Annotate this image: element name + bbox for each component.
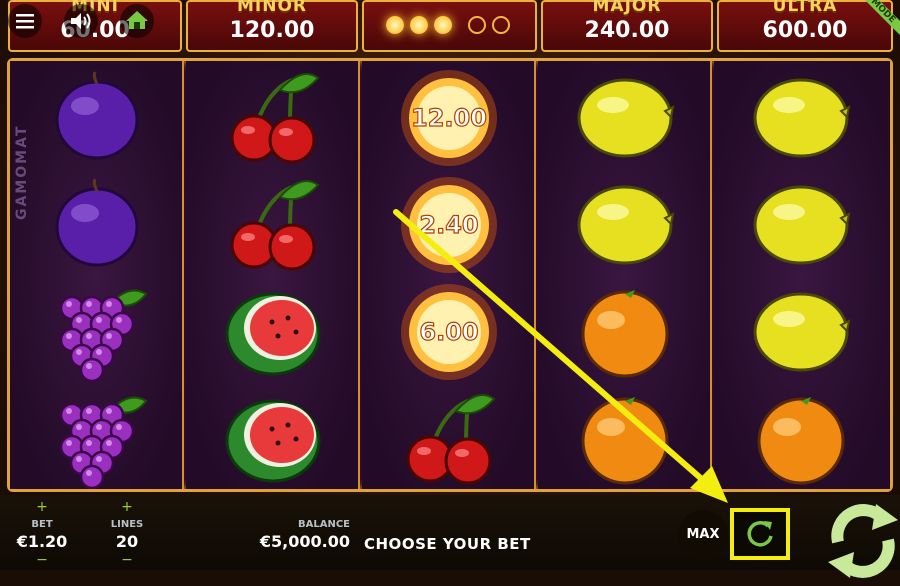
bet-minus-button[interactable]: − (32, 552, 52, 568)
cherry-symbol (362, 385, 536, 492)
coin-lit (434, 16, 452, 34)
jackpot-minor-value: 120.00 (229, 18, 315, 43)
watermelon-symbol (186, 278, 360, 385)
sound-icon[interactable] (64, 4, 98, 38)
cherry-symbol (186, 64, 360, 171)
status-message: CHOOSE YOUR BET (364, 535, 531, 553)
svg-text:2.40: 2.40 (419, 211, 478, 239)
orange-symbol (538, 385, 712, 492)
jackpot-major-name: MAJOR (592, 0, 662, 16)
lemon-symbol (538, 171, 712, 278)
plum-symbol (10, 171, 184, 278)
jackpot-minor: MINOR 120.00 (186, 0, 358, 52)
max-bet-button[interactable]: MAX (678, 510, 728, 560)
spin-icon (828, 504, 898, 578)
svg-text:6.00: 6.00 (419, 318, 478, 346)
coin-empty (492, 16, 510, 34)
fireball-symbol: 2.40 (362, 171, 536, 278)
orange-symbol (714, 385, 888, 492)
mode-badge[interactable]: MODE (860, 0, 900, 40)
coin-lit (386, 16, 404, 34)
lemon-symbol (714, 278, 888, 385)
autoplay-button[interactable] (730, 508, 790, 560)
lemon-symbol (714, 64, 888, 171)
balance-value: €5,000.00 (259, 532, 350, 551)
lines-value: 20 (115, 532, 139, 551)
jackpot-minor-name: MINOR (236, 0, 307, 16)
lines-label: LINES (110, 519, 144, 530)
orange-symbol (538, 278, 712, 385)
game-stage: MINI 60.00 MINOR 120.00 MAJOR 240.00 ULT… (0, 0, 900, 578)
jackpot-major-value: 240.00 (584, 18, 670, 43)
watermelon-symbol (186, 385, 360, 492)
fireball-symbol: 12.00 (362, 64, 536, 171)
fireball-symbol: 6.00 (362, 278, 536, 385)
home-icon[interactable] (120, 4, 154, 38)
lines-minus-button[interactable]: − (117, 552, 137, 568)
svg-text:12.00: 12.00 (411, 104, 487, 132)
plum-symbol (10, 64, 184, 171)
mode-badge-label: MODE (860, 0, 900, 40)
grapes-symbol (10, 278, 184, 385)
bet-plus-button[interactable]: + (32, 499, 52, 515)
menu-icon[interactable] (8, 4, 42, 38)
lines-plus-button[interactable]: + (117, 499, 137, 515)
grapes-symbol (10, 385, 184, 492)
lemon-symbol (538, 64, 712, 171)
jackpot-major: MAJOR 240.00 (541, 0, 713, 52)
coin-lit (410, 16, 428, 34)
spin-button[interactable] (810, 492, 900, 582)
lemon-symbol (714, 171, 888, 278)
coin-empty (468, 16, 486, 34)
autoplay-icon (747, 521, 773, 547)
balance-label: BALANCE (297, 519, 350, 530)
coin-meter (362, 0, 537, 52)
cherry-symbol (186, 171, 360, 278)
bet-label: BET (31, 519, 53, 530)
bet-value: €1.20 (16, 532, 68, 551)
